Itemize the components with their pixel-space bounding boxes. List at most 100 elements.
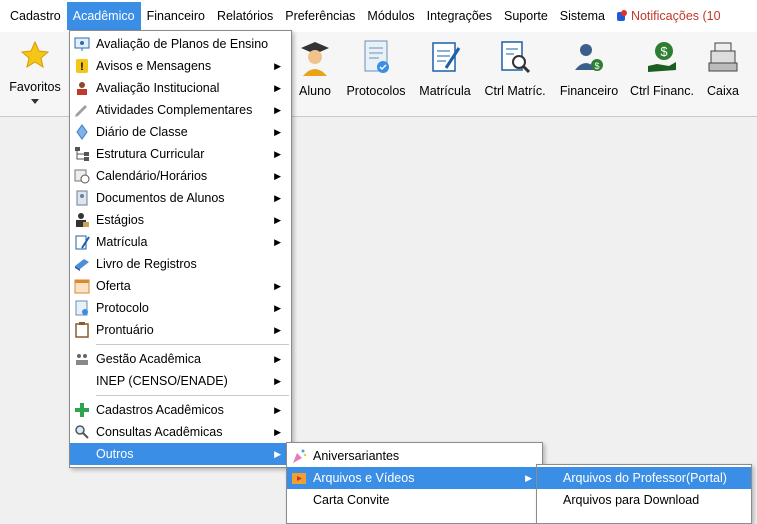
submenu-arrow-icon: ▶ [274,193,281,203]
caixa-button[interactable]: Caixa [702,38,744,110]
outros-submenu: Aniversariantes Arquivos e Vídeos ▶ Cart… [286,442,543,524]
menu-item-livro-registros[interactable]: Livro de Registros [70,253,291,275]
menu-item-label: Protocolo [96,301,149,315]
menu-item-gestao-academica[interactable]: Gestão Acadêmica ▶ [70,348,291,370]
chevron-down-icon [31,99,39,104]
plus-icon [75,403,89,417]
menu-item-label: Livro de Registros [96,257,197,271]
menu-item-cadastros-academicos[interactable]: Cadastros Acadêmicos ▶ [70,399,291,421]
menu-relatorios[interactable]: Relatórios [211,2,279,30]
submenu-arrow-icon: ▶ [274,61,281,71]
menu-item-estagios[interactable]: Estágios ▶ [70,209,291,231]
menu-item-label: Diário de Classe [96,125,188,139]
financeiro-button[interactable]: $ Financeiro [557,38,621,110]
ctrl-financ-button[interactable]: $ Ctrl Financ. [629,38,695,110]
menu-item-label: Estrutura Curricular [96,147,205,161]
ctrl-matric-label: Ctrl Matríc. [484,84,546,98]
menu-item-aniversariantes[interactable]: Aniversariantes [287,445,542,467]
menu-item-label: Avisos e Mensagens [96,59,212,73]
menu-financeiro[interactable]: Financeiro [141,2,211,30]
menu-item-label: Documentos de Alunos [96,191,225,205]
menu-item-oferta[interactable]: Oferta ▶ [70,275,291,297]
menu-sistema[interactable]: Sistema [554,2,611,30]
menu-item-label: Carta Convite [313,493,390,507]
menu-item-matricula[interactable]: Matrícula ▶ [70,231,291,253]
menu-item-arquivos-download[interactable]: Arquivos para Download [537,489,751,511]
protocolos-button[interactable]: Protocolos [344,38,408,110]
menu-modulos[interactable]: Módulos [361,2,420,30]
menu-item-label: Consultas Acadêmicas [96,425,223,439]
menu-item-arquivos-videos[interactable]: Arquivos e Vídeos ▶ [287,467,542,489]
menu-item-estrutura-curricular[interactable]: Estrutura Curricular ▶ [70,143,291,165]
menu-item-protocolo[interactable]: Protocolo ▶ [70,297,291,319]
menu-item-outros[interactable]: Outros ▶ [70,443,291,465]
menu-item-label: Arquivos do Professor(Portal) [563,471,727,485]
submenu-arrow-icon: ▶ [274,83,281,93]
menu-item-label: Avaliação Institucional [96,81,220,95]
menu-item-label: Calendário/Horários [96,169,208,183]
menu-item-label: Aniversariantes [313,449,400,463]
submenu-arrow-icon: ▶ [274,215,281,225]
menu-item-atividades-complementares[interactable]: Atividades Complementares ▶ [70,99,291,121]
arquivos-submenu: Arquivos do Professor(Portal) Arquivos p… [536,464,752,524]
menu-item-carta-convite[interactable]: Carta Convite [287,489,542,511]
menu-separator [96,395,289,396]
svg-text:!: ! [80,61,84,73]
enrollment-form-icon [432,42,461,72]
submenu-arrow-icon: ▶ [274,149,281,159]
menu-item-documentos-alunos[interactable]: Documentos de Alunos ▶ [70,187,291,209]
document-search-icon [501,41,531,74]
notifications-link[interactable]: Notificações (10 [611,2,727,30]
submenu-arrow-icon: ▶ [274,303,281,313]
menu-preferencias[interactable]: Preferências [279,2,361,30]
favoritos-label: Favoritos [9,80,61,94]
menu-item-diario-classe[interactable]: Diário de Classe ▶ [70,121,291,143]
submenu-arrow-icon: ▶ [274,405,281,415]
crystal-icon [76,124,88,140]
menu-item-label: Prontuário [96,323,154,337]
menu-item-label: Estágios [96,213,144,227]
menu-item-consultas-academicas[interactable]: Consultas Acadêmicas ▶ [70,421,291,443]
menu-item-prontuario[interactable]: Prontuário ▶ [70,319,291,341]
clipboard-icon [75,322,89,338]
calendar-clock-icon [74,169,90,184]
menu-item-arquivos-professor[interactable]: Arquivos do Professor(Portal) [537,467,751,489]
notification-icon [616,10,627,22]
warning-icon: ! [76,59,88,73]
matricula-button[interactable]: Matrícula [417,38,473,110]
menu-item-label: Arquivos para Download [563,493,700,507]
protocol-icon [75,300,88,316]
magnifier-icon [75,425,89,439]
aluno-button[interactable]: Aluno [293,38,337,110]
ctrl-matric-button[interactable]: Ctrl Matríc. [482,38,548,110]
form-pen-icon [75,235,90,250]
matricula-label: Matrícula [419,84,471,98]
student-icon [301,42,329,76]
submenu-arrow-icon: ▶ [274,171,281,181]
submenu-arrow-icon: ▶ [274,427,281,437]
menu-integracoes[interactable]: Integrações [421,2,498,30]
menu-item-label: Cadastros Acadêmicos [96,403,224,417]
submenu-arrow-icon: ▶ [274,127,281,137]
menu-item-inep[interactable]: INEP (CENSO/ENADE) ▶ [70,370,291,392]
menu-item-label: Avaliação de Planos de Ensino [96,37,269,51]
menu-separator [96,344,289,345]
presentation-board-icon [74,37,90,51]
menu-item-avaliacao-planos[interactable]: Avaliação de Planos de Ensino [70,33,291,55]
caixa-label: Caixa [707,84,739,98]
submenu-arrow-icon: ▶ [274,105,281,115]
person-money-icon: $ [575,44,603,71]
menu-suporte[interactable]: Suporte [498,2,554,30]
menu-bar: Cadastro Acadêmico Financeiro Relatórios… [0,0,757,32]
calendar-grid-icon [74,279,90,294]
menu-cadastro[interactable]: Cadastro [0,2,67,30]
menu-academico[interactable]: Acadêmico [66,2,141,30]
menu-item-avisos-mensagens[interactable]: ! Avisos e Mensagens ▶ [70,55,291,77]
menu-item-avaliacao-institucional[interactable]: Avaliação Institucional ▶ [70,77,291,99]
submenu-arrow-icon: ▶ [274,376,281,386]
favoritos-button[interactable]: Favoritos [6,38,64,110]
menu-item-calendario-horarios[interactable]: Calendário/Horários ▶ [70,165,291,187]
submenu-arrow-icon: ▶ [274,325,281,335]
menu-item-label: Oferta [96,279,131,293]
ctrl-financ-label: Ctrl Financ. [630,84,694,98]
